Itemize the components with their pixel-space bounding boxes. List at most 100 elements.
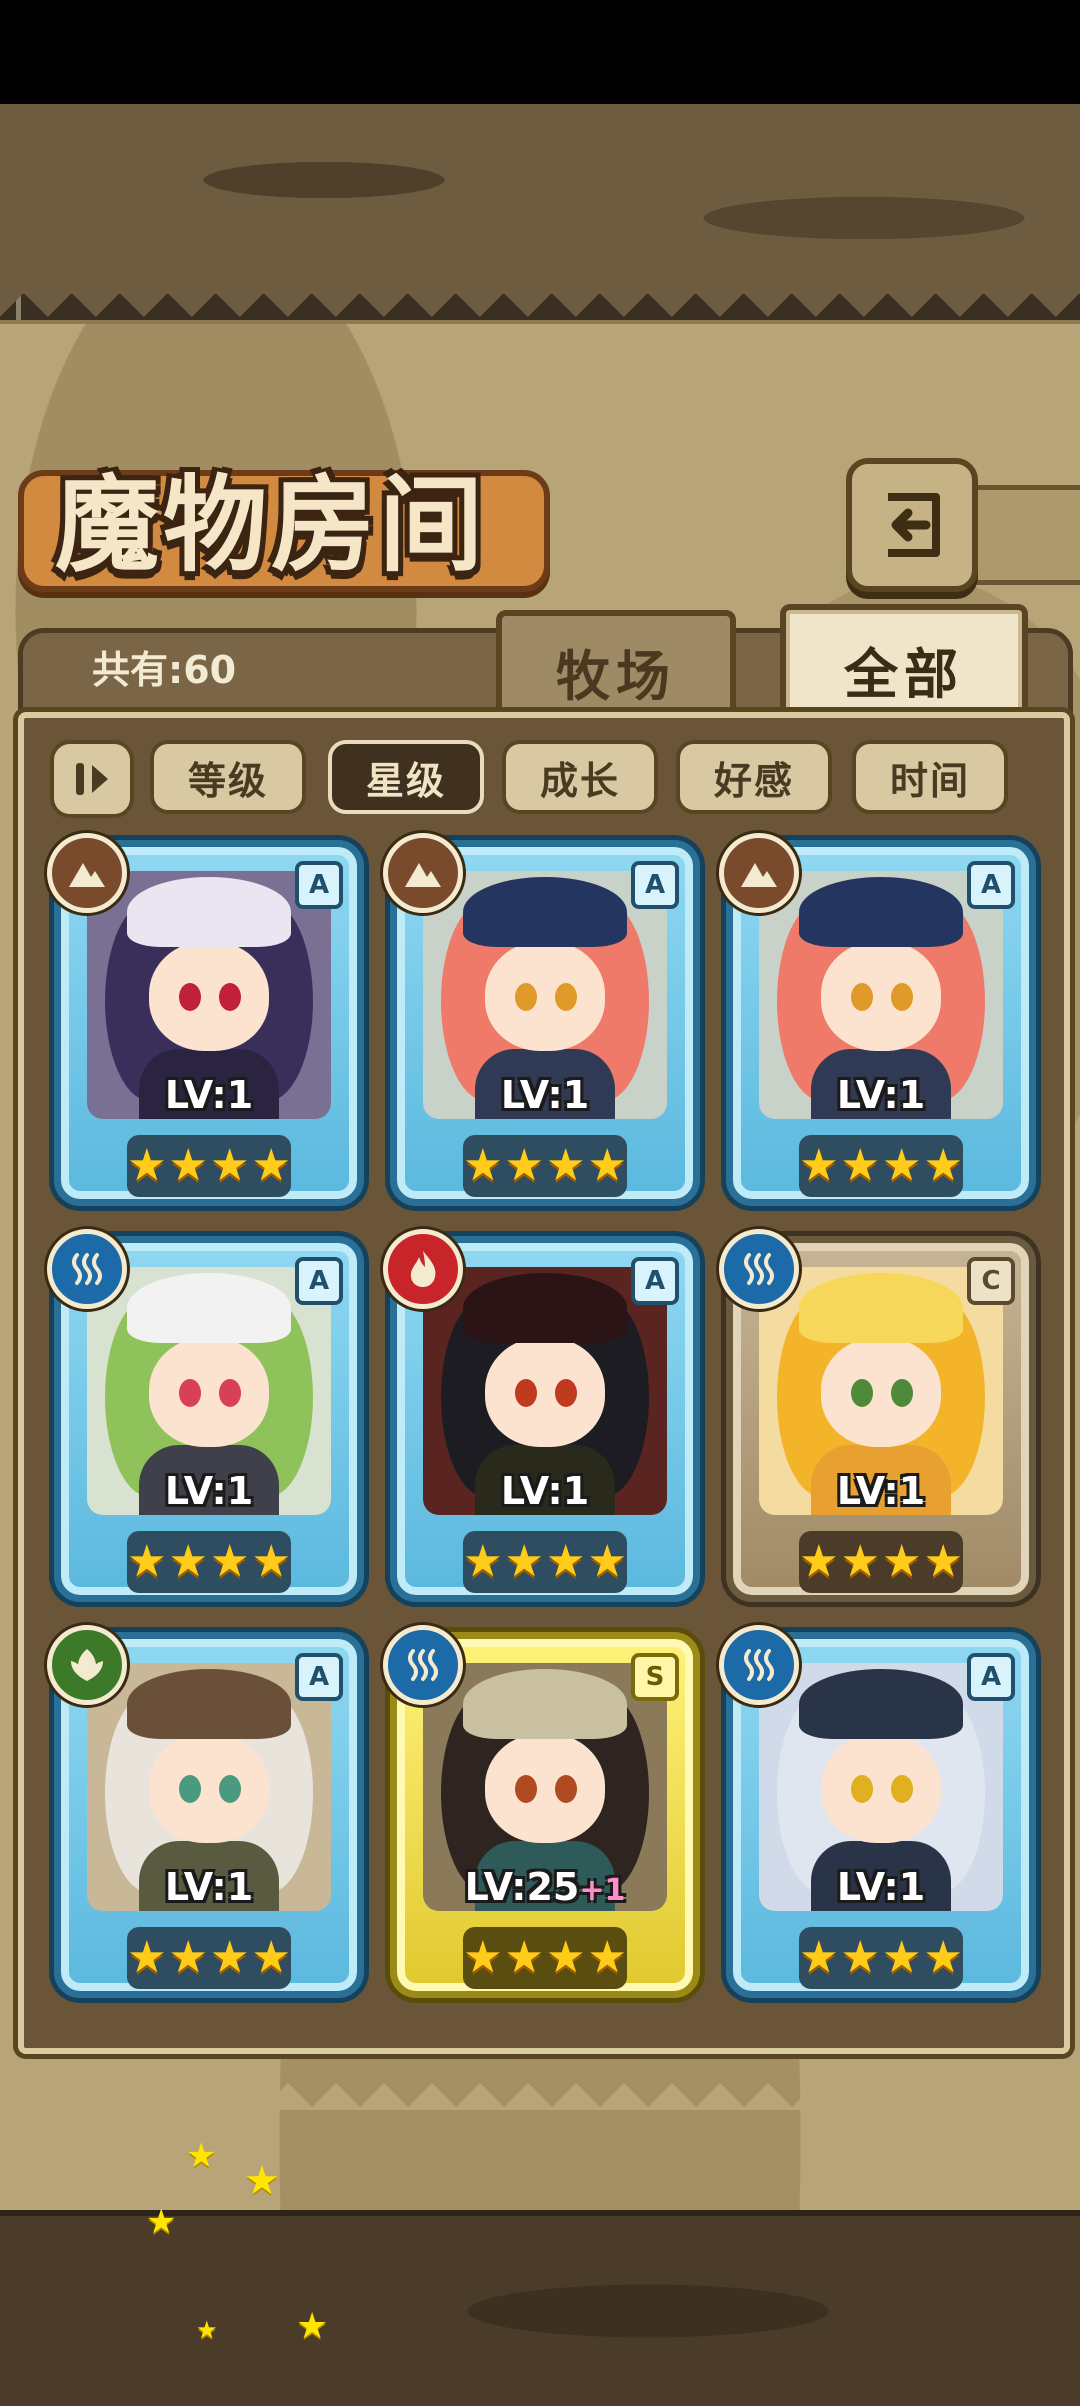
star-rating: ★ ★ ★ ★ [799, 1927, 963, 1989]
earth-icon [383, 833, 463, 913]
sort-by-time-button[interactable]: 时间 [852, 740, 1008, 814]
star-icon: ★ [882, 1932, 922, 1983]
sparkle-star-icon: ★ [146, 2202, 177, 2242]
star-icon: ★ [799, 1140, 839, 1191]
star-icon: ★ [210, 1536, 250, 1587]
star-icon: ★ [799, 1932, 839, 1983]
leaf-icon [47, 1625, 127, 1705]
rank-badge: A [967, 1653, 1015, 1701]
monster-card[interactable]: A LV:1 ★ ★ ★ ★ [719, 1625, 1036, 1998]
map-background-top [0, 104, 1080, 294]
star-icon: ★ [840, 1932, 880, 1983]
monster-level: LV:1 [164, 1865, 254, 1909]
star-icon: ★ [882, 1140, 922, 1191]
rank-badge: S [631, 1653, 679, 1701]
fire-icon [383, 1229, 463, 1309]
star-icon: ★ [840, 1140, 880, 1191]
star-icon: ★ [463, 1140, 503, 1191]
tab-ranch[interactable]: 牧场 [496, 610, 736, 726]
star-rating: ★ ★ ★ ★ [127, 1135, 291, 1197]
monster-card[interactable]: A LV:1 ★ ★ ★ ★ [47, 833, 364, 1206]
star-icon: ★ [127, 1140, 167, 1191]
star-icon: ★ [546, 1140, 586, 1191]
sort-by-stars-button[interactable]: 星级 [328, 740, 484, 814]
star-icon: ★ [840, 1536, 880, 1587]
monster-card[interactable]: A LV:1 ★ ★ ★ ★ [383, 1229, 700, 1602]
tab-all[interactable]: 全部 [780, 604, 1028, 728]
rank-badge: A [631, 861, 679, 909]
star-icon: ★ [168, 1140, 208, 1191]
monster-level: LV:25+1 [464, 1865, 626, 1909]
rank-badge: A [295, 1653, 343, 1701]
star-icon: ★ [127, 1536, 167, 1587]
star-icon: ★ [210, 1932, 250, 1983]
star-icon: ★ [463, 1536, 503, 1587]
water-icon [47, 1229, 127, 1309]
monster-card[interactable]: A LV:1 ★ ★ ★ ★ [719, 833, 1036, 1206]
back-button-rail [962, 485, 1080, 585]
star-icon: ★ [504, 1932, 544, 1983]
page-title: 魔物房间 [55, 463, 488, 586]
torn-edge-top [0, 290, 1080, 350]
rank-badge: A [295, 861, 343, 909]
star-icon: ★ [251, 1536, 291, 1587]
star-icon: ★ [546, 1932, 586, 1983]
monster-card[interactable]: A LV:1 ★ ★ ★ ★ [47, 1229, 364, 1602]
star-icon: ★ [504, 1140, 544, 1191]
water-icon [719, 1625, 799, 1705]
sort-by-affinity-button[interactable]: 好感 [676, 740, 832, 814]
star-icon: ★ [923, 1140, 963, 1191]
star-icon: ★ [251, 1140, 291, 1191]
sort-order-icon [76, 763, 108, 795]
star-rating: ★ ★ ★ ★ [463, 1927, 627, 1989]
star-icon: ★ [923, 1536, 963, 1587]
monster-card[interactable]: A LV:1 ★ ★ ★ ★ [383, 833, 700, 1206]
monster-card[interactable]: S LV:25+1 ★ ★ ★ ★ [383, 1625, 700, 1998]
sort-order-toggle[interactable] [50, 740, 134, 818]
star-icon: ★ [546, 1536, 586, 1587]
star-rating: ★ ★ ★ ★ [799, 1531, 963, 1593]
monster-level: LV:1 [836, 1073, 926, 1117]
earth-icon [47, 833, 127, 913]
back-button[interactable] [846, 458, 978, 592]
star-icon: ★ [127, 1932, 167, 1983]
star-rating: ★ ★ ★ ★ [127, 1927, 291, 1989]
rank-badge: A [967, 861, 1015, 909]
monster-level: LV:1 [164, 1073, 254, 1117]
torn-edge-bottom [0, 2050, 1080, 2110]
sparkle-star-icon: ★ [196, 2316, 218, 2344]
monster-level: LV:1 [500, 1469, 590, 1513]
star-rating: ★ ★ ★ ★ [463, 1135, 627, 1197]
star-icon: ★ [923, 1932, 963, 1983]
monster-level: LV:1 [164, 1469, 254, 1513]
earth-icon [719, 833, 799, 913]
rank-badge: C [967, 1257, 1015, 1305]
monster-level: LV:1 [836, 1865, 926, 1909]
monster-level: LV:1 [500, 1073, 590, 1117]
star-rating: ★ ★ ★ ★ [799, 1135, 963, 1197]
rank-badge: A [295, 1257, 343, 1305]
return-arrow-icon [888, 493, 940, 557]
star-rating: ★ ★ ★ ★ [127, 1531, 291, 1593]
star-icon: ★ [587, 1932, 627, 1983]
monster-card[interactable]: A LV:1 ★ ★ ★ ★ [47, 1625, 364, 1998]
star-icon: ★ [168, 1536, 208, 1587]
sparkle-star-icon: ★ [244, 2158, 280, 2204]
monster-card[interactable]: C LV:1 ★ ★ ★ ★ [719, 1229, 1036, 1602]
sort-by-growth-button[interactable]: 成长 [502, 740, 658, 814]
status-bar [0, 0, 1080, 104]
sparkle-star-icon: ★ [186, 2136, 217, 2176]
star-icon: ★ [799, 1536, 839, 1587]
star-icon: ★ [882, 1536, 922, 1587]
star-icon: ★ [210, 1140, 250, 1191]
star-icon: ★ [587, 1140, 627, 1191]
star-icon: ★ [168, 1932, 208, 1983]
monster-level: LV:1 [836, 1469, 926, 1513]
star-icon: ★ [504, 1536, 544, 1587]
sort-by-level-button[interactable]: 等级 [150, 740, 306, 814]
water-icon [383, 1625, 463, 1705]
star-icon: ★ [251, 1932, 291, 1983]
monster-count: 共有:60 [92, 648, 237, 692]
water-icon [719, 1229, 799, 1309]
rank-badge: A [631, 1257, 679, 1305]
